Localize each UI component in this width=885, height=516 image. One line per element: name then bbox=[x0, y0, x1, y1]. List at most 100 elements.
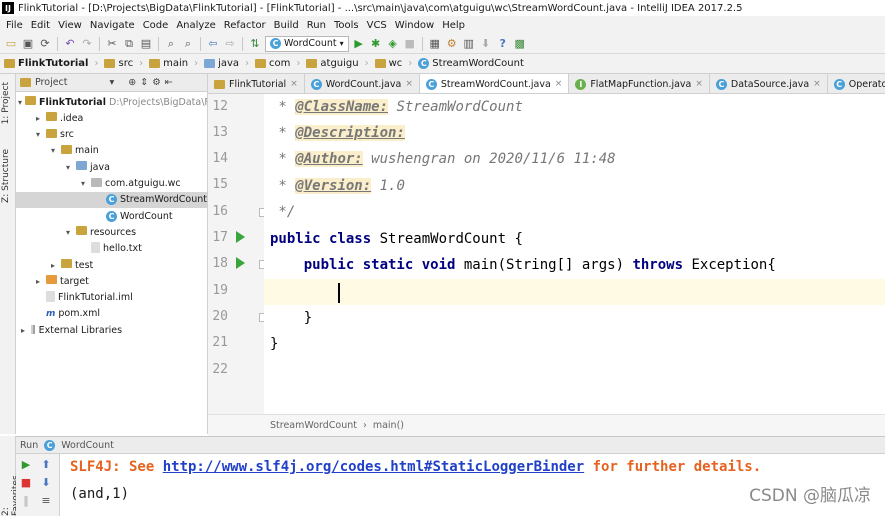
menu-vcs[interactable]: VCS bbox=[363, 20, 391, 31]
copy-icon[interactable]: ⧉ bbox=[122, 37, 136, 51]
structure-crumb-method[interactable]: main() bbox=[373, 420, 404, 431]
module-settings-icon[interactable]: ▥ bbox=[462, 37, 476, 51]
save-all-icon[interactable]: ▣ bbox=[21, 37, 35, 51]
menu-code[interactable]: Code bbox=[139, 20, 173, 31]
tree-item[interactable]: ▾ resources bbox=[16, 224, 207, 240]
tree-item[interactable]: hello.txt bbox=[16, 241, 207, 257]
tab-wordcount[interactable]: C WordCount.java × bbox=[305, 74, 420, 93]
breadcrumb-item[interactable]: atguigu bbox=[306, 58, 364, 69]
coverage-icon[interactable]: ◈ bbox=[386, 37, 400, 51]
breadcrumb-item[interactable]: src bbox=[104, 58, 139, 69]
hide-icon[interactable]: ⇤ bbox=[165, 77, 173, 88]
chevron-right-icon[interactable]: ▸ bbox=[18, 326, 28, 335]
project-structure-icon[interactable]: ▦ bbox=[428, 37, 442, 51]
tab-flatmapfunction[interactable]: I FlatMapFunction.java × bbox=[569, 74, 710, 93]
chevron-down-icon[interactable]: ▾ bbox=[110, 77, 115, 88]
chevron-down-icon[interactable]: ▾ bbox=[48, 146, 58, 155]
tab-datasource[interactable]: C DataSource.java × bbox=[710, 74, 828, 93]
tree-item[interactable]: ▾ FlinkTutorial D:\Projects\BigData\Fli bbox=[16, 94, 207, 110]
paste-icon[interactable]: ▤ bbox=[139, 37, 153, 51]
run-panel-config[interactable]: WordCount bbox=[61, 440, 114, 451]
run-class-icon[interactable] bbox=[236, 231, 245, 243]
tree-item[interactable]: C WordCount bbox=[16, 208, 207, 224]
menu-edit[interactable]: Edit bbox=[27, 20, 54, 31]
tree-item[interactable]: ▾ java bbox=[16, 159, 207, 175]
cut-icon[interactable]: ✂ bbox=[105, 37, 119, 51]
menu-file[interactable]: File bbox=[2, 20, 27, 31]
tree-item[interactable]: m pom.xml bbox=[16, 306, 207, 322]
menu-run[interactable]: Run bbox=[303, 20, 330, 31]
tree-item[interactable]: ▸ ⫼ External Libraries bbox=[16, 322, 207, 338]
chevron-down-icon[interactable]: ▾ bbox=[33, 130, 43, 139]
tab-structure[interactable]: Z: Structure bbox=[1, 149, 11, 203]
tab-flinktutorial[interactable]: FlinkTutorial × bbox=[208, 74, 305, 93]
pause-icon[interactable]: ‖ bbox=[20, 494, 32, 507]
tree-item[interactable]: ▸ test bbox=[16, 257, 207, 273]
breadcrumb-item[interactable]: wc bbox=[374, 58, 409, 69]
stop-icon[interactable]: ■ bbox=[403, 37, 417, 51]
close-icon[interactable]: × bbox=[555, 79, 563, 89]
menu-help[interactable]: Help bbox=[438, 20, 469, 31]
collapse-all-icon[interactable]: ⇕ bbox=[140, 77, 148, 88]
structure-crumb-class[interactable]: StreamWordCount bbox=[270, 420, 357, 431]
tree-item[interactable]: ▾ src bbox=[16, 127, 207, 143]
stop-icon[interactable]: ■ bbox=[20, 476, 32, 489]
breadcrumb-item[interactable]: FlinkTutorial bbox=[4, 58, 94, 69]
chevron-down-icon[interactable]: ▾ bbox=[78, 179, 88, 188]
scroll-down-icon[interactable]: ⬇ bbox=[40, 476, 52, 489]
close-icon[interactable]: × bbox=[290, 79, 298, 89]
tab-project[interactable]: 1: Project bbox=[1, 82, 11, 124]
redo-icon[interactable]: ↷ bbox=[80, 37, 94, 51]
tab-streamwordcount[interactable]: C StreamWordCount.java × bbox=[419, 74, 570, 93]
project-panel-title[interactable]: Project bbox=[35, 77, 68, 88]
breadcrumb-item[interactable]: C StreamWordCount bbox=[418, 58, 530, 69]
chevron-down-icon[interactable]: ▾ bbox=[18, 98, 22, 107]
plugin-icon[interactable]: ▩ bbox=[513, 37, 527, 51]
sdk-icon[interactable]: ⬇ bbox=[479, 37, 493, 51]
build-icon[interactable]: ⇅ bbox=[248, 37, 262, 51]
menu-build[interactable]: Build bbox=[270, 20, 303, 31]
chevron-right-icon[interactable]: ▸ bbox=[48, 261, 58, 270]
back-icon[interactable]: ⇦ bbox=[206, 37, 220, 51]
tree-item[interactable]: FlinkTutorial.iml bbox=[16, 290, 207, 306]
tree-item[interactable]: C StreamWordCount bbox=[16, 191, 207, 208]
chevron-down-icon[interactable]: ▾ bbox=[63, 228, 73, 237]
scroll-up-icon[interactable]: ⬆ bbox=[40, 458, 52, 471]
menu-tools[interactable]: Tools bbox=[330, 20, 363, 31]
settings-icon[interactable]: ⚙ bbox=[445, 37, 459, 51]
run-config-select[interactable]: C WordCount ▾ bbox=[265, 35, 349, 52]
menu-refactor[interactable]: Refactor bbox=[220, 20, 270, 31]
run-icon[interactable]: ▶ bbox=[352, 37, 366, 51]
close-icon[interactable]: × bbox=[695, 79, 703, 89]
scroll-from-source-icon[interactable]: ⊕ bbox=[128, 77, 136, 88]
rerun-icon[interactable]: ▶ bbox=[20, 458, 32, 471]
tab-operator[interactable]: COperator.java× bbox=[828, 74, 885, 93]
menu-analyze[interactable]: Analyze bbox=[172, 20, 219, 31]
chevron-down-icon[interactable]: ▾ bbox=[63, 163, 73, 172]
replace-icon[interactable]: ⌕ bbox=[181, 37, 195, 51]
breadcrumb-item[interactable]: com bbox=[255, 58, 296, 69]
breadcrumb-item[interactable]: java bbox=[204, 58, 245, 69]
close-icon[interactable]: × bbox=[405, 79, 413, 89]
close-icon[interactable]: × bbox=[813, 79, 821, 89]
open-folder-icon[interactable]: ▭ bbox=[4, 37, 18, 51]
chevron-right-icon[interactable]: ▸ bbox=[33, 114, 43, 123]
menu-view[interactable]: View bbox=[54, 20, 86, 31]
forward-icon[interactable]: ⇨ bbox=[223, 37, 237, 51]
tree-item[interactable]: ▾ com.atguigu.wc bbox=[16, 176, 207, 192]
menu-window[interactable]: Window bbox=[391, 20, 438, 31]
sync-icon[interactable]: ⟳ bbox=[38, 37, 52, 51]
console-link[interactable]: http://www.slf4j.org/codes.html#StaticLo… bbox=[163, 459, 584, 475]
tree-item[interactable]: ▸ target bbox=[16, 273, 207, 289]
code-editor[interactable]: * @ClassName: StreamWordCount * @Descrip… bbox=[264, 94, 885, 414]
run-main-icon[interactable] bbox=[236, 257, 245, 269]
tree-item[interactable]: ▸ .idea bbox=[16, 110, 207, 126]
chevron-right-icon[interactable]: ▸ bbox=[33, 277, 43, 286]
tree-item[interactable]: ▾ main bbox=[16, 143, 207, 159]
find-icon[interactable]: ⌕ bbox=[164, 37, 178, 51]
menu-navigate[interactable]: Navigate bbox=[86, 20, 139, 31]
soft-wrap-icon[interactable]: ≡ bbox=[40, 494, 52, 507]
gear-icon[interactable]: ⚙ bbox=[152, 77, 161, 88]
undo-icon[interactable]: ↶ bbox=[63, 37, 77, 51]
breadcrumb-item[interactable]: main bbox=[149, 58, 194, 69]
